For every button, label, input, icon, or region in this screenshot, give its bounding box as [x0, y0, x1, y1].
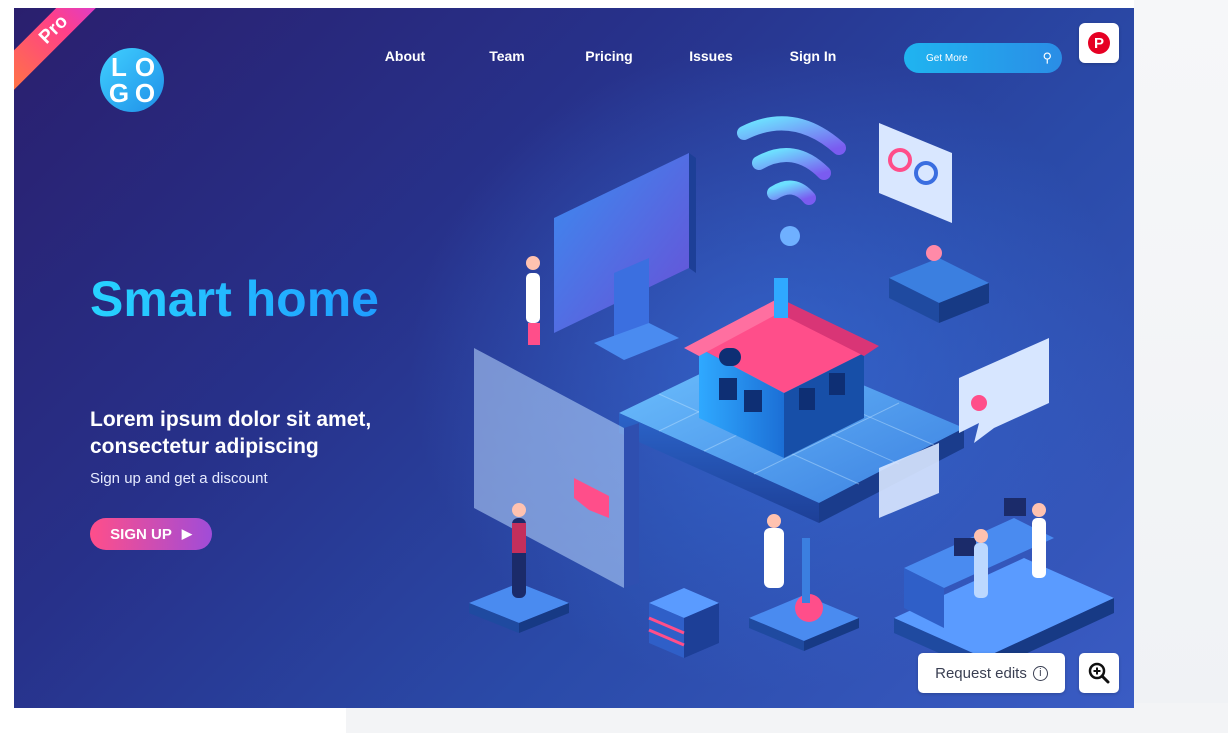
nav-about[interactable]: About: [354, 48, 456, 68]
sofa-scene: [889, 245, 989, 323]
sign-up-button[interactable]: SIGN UP ▶: [90, 518, 212, 550]
pinterest-button[interactable]: P: [1079, 23, 1119, 63]
hero-note: Sign up and get a discount: [90, 470, 268, 487]
logo[interactable]: L O G O: [100, 48, 164, 112]
logo-letter: O: [134, 78, 156, 108]
zoom-in-button[interactable]: [1079, 653, 1119, 693]
request-edits-label: Request edits: [935, 664, 1027, 682]
logo-letter: G: [108, 78, 130, 108]
smart-home-illustration: [469, 116, 1114, 673]
hero-title: Smart home: [90, 271, 379, 327]
server-stack: [648, 588, 719, 658]
logo-letter: O: [134, 52, 156, 82]
request-edits-button[interactable]: Request edits i: [918, 653, 1065, 693]
person-woman: [526, 256, 540, 345]
pedestal-telescope: [749, 514, 859, 651]
nav-issues[interactable]: Issues: [660, 48, 762, 68]
nav-pricing[interactable]: Pricing: [558, 48, 660, 68]
nav-sign-in[interactable]: Sign In: [762, 48, 864, 68]
zoom-in-icon: [1088, 662, 1110, 684]
map-bubble: [959, 338, 1049, 443]
sign-up-label: SIGN UP: [110, 525, 172, 543]
logo-letter: L: [111, 52, 127, 82]
desk-scene: [894, 498, 1114, 673]
wifi-symbol: [737, 116, 846, 205]
page-background: [1134, 0, 1228, 733]
info-icon: i: [1032, 665, 1048, 681]
play-icon: ▶: [181, 526, 192, 541]
control-panel: [474, 348, 639, 588]
main-nav: About Team Pricing Issues Sign In: [354, 48, 864, 68]
pinterest-icon: P: [1088, 32, 1110, 54]
search-input[interactable]: [924, 51, 1038, 65]
search-icon[interactable]: ⚲: [1042, 50, 1052, 66]
chart-panel: [879, 123, 952, 223]
hero-subtitle: Lorem ipsum dolor sit amet, consectetur …: [90, 408, 372, 458]
monitor: [554, 153, 696, 360]
nav-team[interactable]: Team: [456, 48, 558, 68]
search-bar: ⚲: [904, 43, 1062, 73]
hero-banner: Pro L O G O About Team Pricing Issues Si…: [14, 8, 1134, 708]
